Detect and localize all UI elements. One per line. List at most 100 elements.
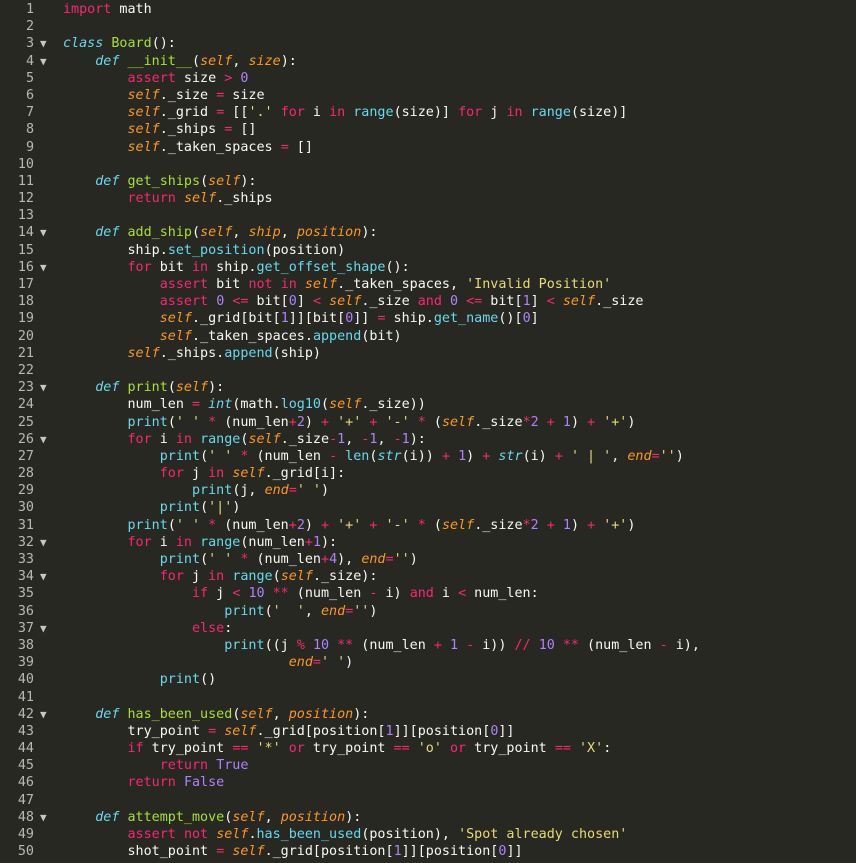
code-line[interactable]: 38 print((j % 10 ** (num_len + 1 - i)) /… [0, 637, 856, 654]
code-line[interactable]: 12 return self._ships [0, 190, 856, 207]
code-token: for [159, 466, 184, 482]
code-line[interactable]: 50 shot_point = self._grid[position[1]][… [0, 843, 856, 860]
code-token: end [264, 483, 289, 499]
code-line[interactable]: 8 self._ships = [] [0, 121, 856, 138]
code-token: * [208, 414, 217, 430]
code-line[interactable]: 17 assert bit not in self._taken_spaces,… [0, 276, 856, 293]
code-line[interactable]: 40 print() [0, 671, 856, 688]
code-line[interactable]: 23 ▼ def print(self): [0, 379, 856, 396]
code-text: self._taken_spaces.append(bit) [58, 328, 402, 345]
code-token: print [224, 637, 265, 653]
line-number: 45 [17, 758, 34, 774]
code-token: ]] [498, 723, 515, 739]
code-line[interactable]: 3 ▼ class Board(): [0, 35, 856, 52]
fold-arrow-icon[interactable]: ▼ [40, 706, 47, 723]
code-line[interactable]: 19 self._grid[bit[1]][bit[0]] = ship.get… [0, 310, 856, 327]
line-number: 3 [25, 36, 34, 52]
code-line[interactable]: 27 print(' ' * (num_len - len(str(i)) + … [0, 448, 856, 465]
code-token: math [111, 2, 152, 17]
code-line[interactable]: 45 return True [0, 757, 856, 774]
code-line[interactable]: 7 self._grid = [['.' for i in range(size… [0, 104, 856, 121]
code-token: ) [466, 448, 483, 464]
code-line[interactable]: 31 print(' ' * (num_len+2) + '+' + '-' *… [0, 517, 856, 534]
line-number: 27 [17, 448, 34, 464]
line-number: 20 [17, 328, 34, 344]
fold-arrow-icon[interactable]: ▼ [40, 568, 47, 585]
code-token: size [224, 87, 265, 103]
code-token: or [450, 741, 467, 757]
code-token: ._grid[position[ [264, 844, 394, 860]
code-line[interactable]: 34 ▼ for j in range(self._size): [0, 568, 856, 585]
code-token: ._taken_spaces, [337, 277, 467, 292]
code-token: ): [353, 706, 370, 722]
code-line[interactable]: 29 print(j, end=' ') [0, 482, 856, 499]
code-line[interactable]: 44 if try_point == '*' or try_point == '… [0, 740, 856, 757]
code-line[interactable]: 14 ▼ def add_ship(self, ship, position): [0, 224, 856, 241]
code-token: + [288, 414, 297, 430]
code-token: self [240, 706, 273, 722]
fold-arrow-icon[interactable]: ▼ [40, 259, 47, 276]
code-line[interactable]: 30 print('|') [0, 499, 856, 516]
code-line[interactable]: 2 [0, 18, 856, 35]
code-line[interactable]: 41 [0, 689, 856, 706]
code-line[interactable]: 11 def get_ships(self): [0, 173, 856, 190]
code-line[interactable]: 46 return False [0, 774, 856, 791]
code-text: print(' ' * (num_len+2) + '+' + '-' * (s… [58, 414, 636, 431]
code-line[interactable]: 24 num_len = int(math.log10(self._size)) [0, 396, 856, 413]
fold-arrow-icon[interactable]: ▼ [40, 534, 47, 551]
code-line[interactable]: 5 assert size > 0 [0, 70, 856, 87]
fold-arrow-icon[interactable]: ▼ [40, 35, 47, 52]
code-token: append [224, 345, 273, 361]
code-token: self [127, 105, 160, 121]
code-token: self [232, 809, 265, 825]
code-line[interactable]: 18 assert 0 <= bit[0] < self._size and 0… [0, 293, 856, 310]
code-line[interactable]: 47 [0, 792, 856, 809]
code-line[interactable]: 22 [0, 362, 856, 379]
code-line[interactable]: 43 try_point = self._grid[position[1]][p… [0, 723, 856, 740]
code-line[interactable]: 15 ship.set_position(position) [0, 242, 856, 259]
code-line[interactable]: 37 ▼ else: [0, 620, 856, 637]
code-line[interactable]: 28 for j in self._grid[i]: [0, 465, 856, 482]
code-line[interactable]: 6 self._size = size [0, 87, 856, 104]
code-editor[interactable]: 1 import math 2 3 ▼ class Board(): 4 ▼ def __in… [0, 0, 856, 863]
code-token: // [514, 637, 531, 653]
fold-arrow-icon[interactable]: ▼ [40, 620, 47, 637]
code-token: * [417, 414, 426, 430]
code-line[interactable]: 21 self._ships.append(ship) [0, 345, 856, 362]
fold-arrow-icon[interactable]: ▼ [40, 53, 47, 70]
code-line[interactable]: 36 print(' ', end='') [0, 603, 856, 620]
code-line[interactable]: 13 [0, 207, 856, 224]
code-line[interactable]: 35 if j < 10 ** (num_len - i) and i < nu… [0, 585, 856, 602]
line-gutter: 2 [0, 18, 58, 35]
fold-arrow-icon[interactable]: ▼ [40, 379, 47, 396]
fold-arrow-icon[interactable]: ▼ [40, 224, 47, 241]
code-line[interactable]: 39 end=' ') [0, 654, 856, 671]
line-gutter: 34 ▼ [0, 568, 58, 585]
code-text: print(' ', end='') [58, 603, 377, 620]
code-line[interactable]: 16 ▼ for bit in ship.get_offset_shape(): [0, 259, 856, 276]
code-line[interactable]: 4 ▼ def __init__(self, size): [0, 53, 856, 70]
code-line[interactable]: 25 print(' ' * (num_len+2) + '+' + '-' *… [0, 414, 856, 431]
code-line[interactable]: 9 self._taken_spaces = [] [0, 139, 856, 156]
code-line[interactable]: 42 ▼ def has_been_used(self, position): [0, 706, 856, 723]
code-line[interactable]: 1 import math [0, 1, 856, 18]
code-line[interactable]: 32 ▼ for i in range(num_len+1): [0, 534, 856, 551]
code-line[interactable]: 10 [0, 156, 856, 173]
code-line[interactable]: 33 print(' ' * (num_len+4), end='') [0, 551, 856, 568]
code-line[interactable]: 20 self._taken_spaces.append(bit) [0, 328, 856, 345]
code-line[interactable]: 48 ▼ def attempt_move(self, position): [0, 809, 856, 826]
fold-arrow-icon[interactable]: ▼ [40, 431, 47, 448]
code-line[interactable]: 49 assert not self.has_been_used(positio… [0, 826, 856, 843]
code-token: ) [345, 655, 354, 671]
code-line[interactable]: 26 ▼ for i in range(self._size-1, -1, -1)… [0, 431, 856, 448]
code-token: '+' [337, 517, 362, 533]
fold-arrow-icon[interactable]: ▼ [40, 809, 47, 826]
